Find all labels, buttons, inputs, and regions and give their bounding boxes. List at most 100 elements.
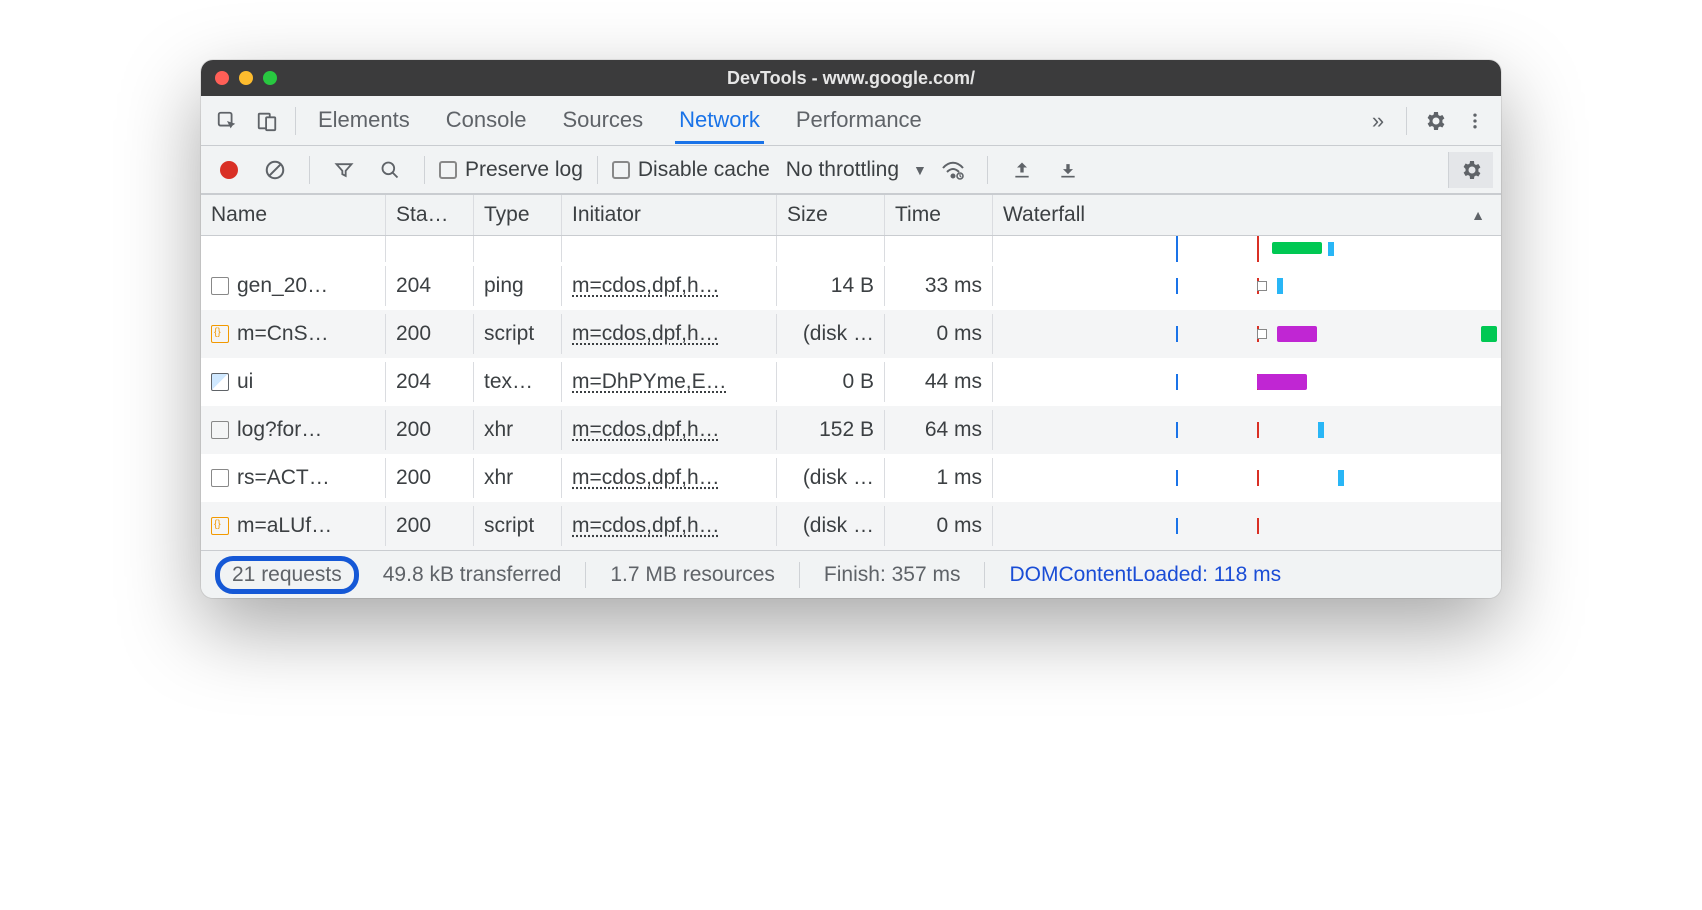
request-status: 204 (386, 266, 474, 306)
inspect-element-icon[interactable] (207, 101, 247, 141)
waterfall-cell (993, 422, 1501, 438)
minimize-window-button[interactable] (239, 71, 253, 85)
upload-har-icon[interactable] (1002, 150, 1042, 190)
request-type: ping (474, 266, 562, 306)
request-size: 152 B (777, 410, 885, 450)
initiator-link[interactable]: m=cdos,dpf,h… (572, 322, 720, 345)
request-time: 33 ms (885, 266, 993, 306)
disable-cache-checkbox[interactable]: Disable cache (612, 158, 770, 182)
document-file-icon (211, 277, 229, 295)
chevron-down-icon: ▼ (913, 162, 927, 178)
initiator-link[interactable]: m=cdos,dpf,h… (572, 274, 720, 297)
devtools-window: DevTools - www.google.com/ ElementsConso… (201, 60, 1501, 598)
column-status[interactable]: Sta… (386, 195, 474, 235)
separator (585, 562, 586, 588)
document-file-icon (211, 469, 229, 487)
request-status: 200 (386, 458, 474, 498)
column-type[interactable]: Type (474, 195, 562, 235)
tab-performance[interactable]: Performance (792, 97, 926, 144)
request-type: xhr (474, 458, 562, 498)
column-initiator[interactable]: Initiator (562, 195, 777, 235)
separator (799, 562, 800, 588)
kebab-menu-icon[interactable] (1455, 101, 1495, 141)
checkbox-icon (612, 161, 630, 179)
clear-icon[interactable] (255, 150, 295, 190)
request-type: script (474, 506, 562, 546)
throttling-select[interactable]: No throttling ▼ (786, 158, 927, 182)
status-domcontentloaded: DOMContentLoaded: 118 ms (1009, 563, 1281, 587)
table-row[interactable]: m=aLUf… 200script m=cdos,dpf,h… (disk …0 ms (201, 502, 1501, 550)
panel-tabbar: Elements Console Sources Network Performance… (201, 96, 1501, 146)
record-button[interactable] (209, 150, 249, 190)
table-row[interactable]: gen_20…204pingm=cdos,dpf,h…14 B33 ms (201, 262, 1501, 310)
request-type: xhr (474, 410, 562, 450)
script-file-icon (211, 325, 229, 343)
request-name: log?for… (237, 418, 322, 441)
device-toolbar-icon[interactable] (247, 101, 287, 141)
network-settings-button[interactable] (1448, 152, 1493, 188)
preserve-log-checkbox[interactable]: Preserve log (439, 158, 583, 182)
separator (309, 156, 310, 184)
column-size[interactable]: Size (777, 195, 885, 235)
traffic-lights (215, 71, 277, 85)
column-waterfall[interactable]: Waterfall ▲ (993, 195, 1501, 235)
waterfall-cell (993, 470, 1501, 486)
request-status: 200 (386, 410, 474, 450)
tab-network[interactable]: Network (675, 97, 764, 144)
separator (1406, 107, 1407, 135)
sort-indicator-icon: ▲ (1471, 207, 1485, 223)
table-body: gen_20…204pingm=cdos,dpf,h…14 B33 msm=Cn… (201, 236, 1501, 550)
more-tabs-icon[interactable]: » (1358, 101, 1398, 141)
panel-tabs: Elements Console Sources Network Performance (304, 97, 1358, 144)
table-row[interactable]: log?for… 200xhr m=cdos,dpf,h… 152 B64 ms (201, 406, 1501, 454)
table-row[interactable]: rs=ACT… 200xhr m=cdos,dpf,h… (disk …1 ms (201, 454, 1501, 502)
request-size: (disk … (777, 314, 885, 354)
initiator-link[interactable]: m=cdos,dpf,h… (572, 418, 720, 441)
tab-elements[interactable]: Elements (314, 97, 414, 144)
request-name: rs=ACT… (237, 466, 330, 489)
table-row[interactable]: m=CnS…200scriptm=cdos,dpf,h…(disk …0 ms (201, 310, 1501, 358)
script-file-icon (211, 517, 229, 535)
status-transferred: 49.8 kB transferred (383, 563, 562, 587)
request-time: 64 ms (885, 410, 993, 450)
preserve-log-label: Preserve log (465, 158, 583, 182)
tab-sources[interactable]: Sources (558, 97, 647, 144)
separator (987, 156, 988, 184)
disable-cache-label: Disable cache (638, 158, 770, 182)
settings-icon[interactable] (1415, 101, 1455, 141)
separator (984, 562, 985, 588)
waterfall-header-label: Waterfall (1003, 203, 1085, 227)
request-size: (disk … (777, 506, 885, 546)
request-size: (disk … (777, 458, 885, 498)
status-bar: 21 requests 49.8 kB transferred 1.7 MB r… (201, 550, 1501, 598)
waterfall-cell (993, 374, 1501, 390)
request-time: 0 ms (885, 506, 993, 546)
close-window-button[interactable] (215, 71, 229, 85)
throttling-value: No throttling (786, 158, 899, 182)
waterfall-cell (993, 278, 1501, 294)
tab-console[interactable]: Console (442, 97, 531, 144)
network-table: Name Sta… Type Initiator Size Time Water… (201, 194, 1501, 550)
request-type: tex… (474, 362, 562, 402)
column-time[interactable]: Time (885, 195, 993, 235)
separator (597, 156, 598, 184)
checkbox-icon (439, 161, 457, 179)
status-requests: 21 requests (215, 556, 359, 594)
filter-icon[interactable] (324, 150, 364, 190)
table-row[interactable]: ui204tex…m=DhPYme,E…0 B44 ms (201, 358, 1501, 406)
download-har-icon[interactable] (1048, 150, 1088, 190)
request-time: 1 ms (885, 458, 993, 498)
request-status: 200 (386, 506, 474, 546)
column-name[interactable]: Name (201, 195, 386, 235)
initiator-link[interactable]: m=cdos,dpf,h… (572, 466, 720, 489)
request-size: 0 B (777, 362, 885, 402)
request-name: m=aLUf… (237, 514, 332, 537)
waterfall-cell (993, 326, 1501, 342)
search-icon[interactable] (370, 150, 410, 190)
status-resources: 1.7 MB resources (610, 563, 775, 587)
initiator-link[interactable]: m=cdos,dpf,h… (572, 514, 720, 537)
network-conditions-icon[interactable] (933, 150, 973, 190)
initiator-link[interactable]: m=DhPYme,E… (572, 370, 727, 393)
zoom-window-button[interactable] (263, 71, 277, 85)
request-status: 200 (386, 314, 474, 354)
